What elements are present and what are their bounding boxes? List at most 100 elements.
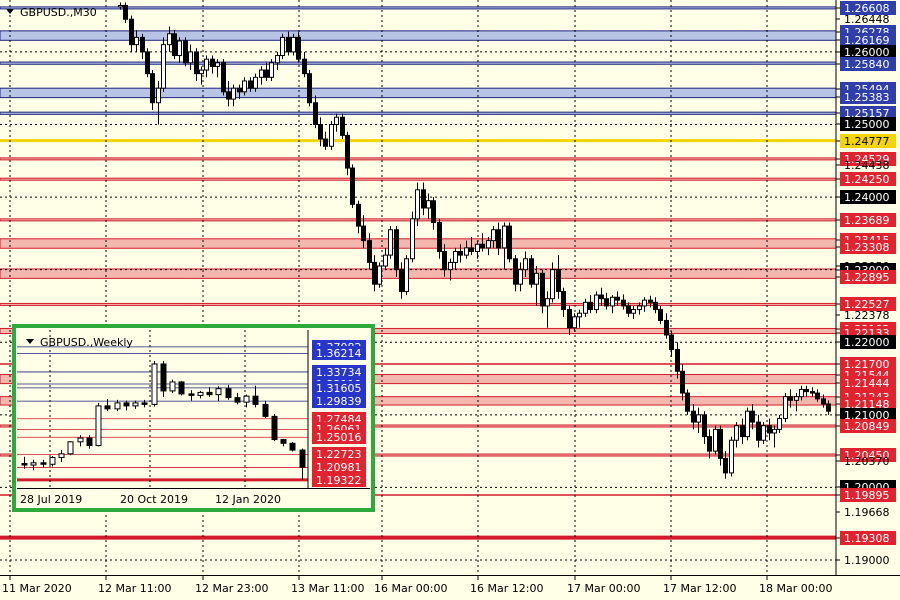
price-label: 1.26448 <box>844 13 890 26</box>
price-label: 1.24438 <box>844 159 890 172</box>
dropdown-icon[interactable] <box>6 9 14 14</box>
price-labels: 1.266081.264481.262781.261691.260001.258… <box>836 1 896 567</box>
candle-body <box>815 392 820 400</box>
candle-body <box>826 403 831 412</box>
candle-body <box>404 258 409 292</box>
inset-candle-body <box>21 463 28 466</box>
inset-candle-body <box>197 391 204 396</box>
candle-body <box>729 439 734 474</box>
price-label: 1.22895 <box>844 271 890 284</box>
candle-body <box>658 309 663 321</box>
inset-candle-body <box>178 381 185 395</box>
candle-body <box>642 299 647 307</box>
candle-body <box>675 349 680 372</box>
chart-title-text: GBPUSD.,M30 <box>20 6 97 19</box>
price-label: 1.24000 <box>844 191 890 204</box>
inset-title-text: GBPUSD.,Weekly <box>40 336 133 349</box>
price-label: 1.25840 <box>844 58 890 71</box>
inset-title: GBPUSD.,Weekly <box>26 336 133 349</box>
candle-body <box>523 258 528 271</box>
main-chart[interactable]: 1.266081.264481.262781.261691.260001.258… <box>0 0 900 600</box>
price-label: 1.25383 <box>844 91 890 104</box>
price-label: 1.24777 <box>844 135 890 148</box>
inset-time-label: 12 Jan 2020 <box>215 493 281 506</box>
candle-body <box>172 33 177 57</box>
candle-body <box>804 388 809 393</box>
candle-body <box>745 410 750 438</box>
candle-body <box>329 123 334 147</box>
zone-red <box>0 177 837 181</box>
price-label: 1.19000 <box>844 554 890 567</box>
candle-body <box>291 36 296 53</box>
candle-body <box>599 294 604 300</box>
inset-candle-body <box>141 402 148 405</box>
inset-candle-body <box>58 453 65 459</box>
candle-body <box>156 87 161 104</box>
inset-candle-body <box>280 439 287 444</box>
candle-body <box>199 69 204 75</box>
candle-body <box>583 301 588 314</box>
inset-candle-body <box>225 388 232 399</box>
weekly-inset[interactable]: 1.370821.362141.337341.321191.316051.298… <box>12 324 375 512</box>
inset-price-label: 1.19322 <box>316 474 362 487</box>
candle-body <box>631 309 636 314</box>
time-labels: 11 Mar 2020 12 Mar 11:00 12 Mar 23:00 13 Ma… <box>2 575 832 595</box>
inset-candle-body <box>188 393 195 396</box>
time-label: 16 Mar 12:00 <box>470 582 543 595</box>
candle-body <box>615 296 620 301</box>
candle-body <box>237 87 242 93</box>
candle-body <box>150 73 155 104</box>
candle-body <box>637 305 642 311</box>
inset-candle-body <box>49 457 56 465</box>
candle-body <box>702 414 707 438</box>
candle-body <box>480 243 485 249</box>
candle-body <box>767 425 772 434</box>
candle-body <box>210 58 215 67</box>
candle-body <box>140 36 145 53</box>
inset-candle-body <box>243 395 250 403</box>
candle-body <box>707 436 712 452</box>
candle-body <box>545 298 550 307</box>
inset-price-label: 1.22723 <box>316 448 362 461</box>
candle-body <box>323 138 328 147</box>
candle-body <box>750 410 755 423</box>
inset-candle-body <box>77 437 84 443</box>
inset-price-label: 1.29839 <box>316 395 362 408</box>
price-label: 1.25000 <box>844 118 890 131</box>
candle-body <box>718 428 723 459</box>
zone-red <box>0 302 837 306</box>
candle-body <box>772 428 777 434</box>
time-label: 13 Mar 11:00 <box>291 582 364 595</box>
candle-body <box>567 309 572 329</box>
price-label: 1.21444 <box>844 377 890 390</box>
inset-candle-body <box>289 442 296 451</box>
candle-body <box>248 80 253 89</box>
inset-candle-body <box>104 405 111 410</box>
candle-body <box>388 229 393 256</box>
candle-body <box>453 251 458 263</box>
candle-body <box>621 299 626 307</box>
candle-body <box>794 396 799 401</box>
candle-body <box>761 425 766 441</box>
candle-body <box>664 319 669 336</box>
candle-body <box>556 269 561 292</box>
time-label: 11 Mar 2020 <box>2 582 72 595</box>
candle-body <box>280 36 285 57</box>
inset-candle-body <box>30 462 37 466</box>
inset-candle-body <box>262 403 269 417</box>
candle-body <box>183 40 188 64</box>
price-label: 1.24250 <box>844 173 890 186</box>
price-label: 1.23308 <box>844 241 890 254</box>
inset-candle-body <box>215 388 222 396</box>
candle-body <box>221 62 226 93</box>
candle-body <box>486 240 491 249</box>
candle-body <box>680 370 685 394</box>
candle-body <box>313 102 318 125</box>
candle-body <box>307 73 312 104</box>
inset-candle-body <box>206 391 213 396</box>
price-label: 1.22378 <box>844 309 890 322</box>
inset-candle-body <box>234 397 241 403</box>
zone-blue <box>0 111 837 115</box>
candle-body <box>685 392 690 412</box>
time-label: 12 Mar 23:00 <box>195 582 268 595</box>
